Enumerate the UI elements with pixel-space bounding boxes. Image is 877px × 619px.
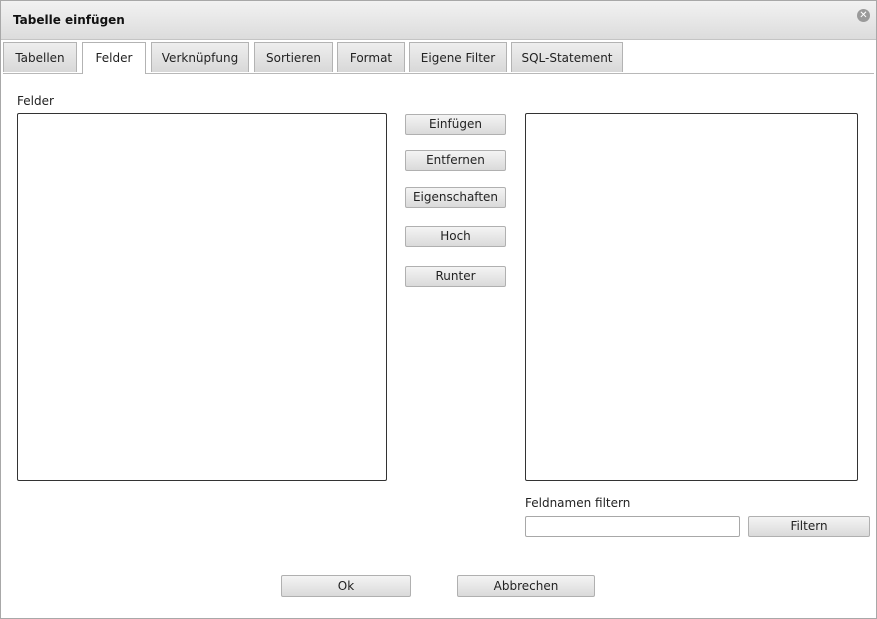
filtern-button[interactable]: Filtern xyxy=(748,516,870,537)
ok-button[interactable]: Ok xyxy=(281,575,411,597)
tab-strip: Tabellen Felder Verknüpfung Sortieren Fo… xyxy=(3,42,874,74)
tab-sql-statement[interactable]: SQL-Statement xyxy=(511,42,623,72)
tab-verknuepfung[interactable]: Verknüpfung xyxy=(151,42,249,72)
feldnamen-filter-input[interactable] xyxy=(525,516,740,537)
einfuegen-button[interactable]: Einfügen xyxy=(405,114,506,135)
hoch-button[interactable]: Hoch xyxy=(405,226,506,247)
entfernen-button[interactable]: Entfernen xyxy=(405,150,506,171)
selected-fields-list[interactable] xyxy=(525,113,858,481)
feldnamen-filtern-label: Feldnamen filtern xyxy=(525,496,631,510)
eigenschaften-button[interactable]: Eigenschaften xyxy=(405,187,506,208)
tab-sortieren[interactable]: Sortieren xyxy=(254,42,333,72)
dialog-window: Tabelle einfügen ✕ Tabellen Felder Verkn… xyxy=(0,0,877,619)
abbrechen-button[interactable]: Abbrechen xyxy=(457,575,595,597)
close-icon[interactable]: ✕ xyxy=(857,9,870,22)
available-fields-list[interactable] xyxy=(17,113,387,481)
tab-tabellen[interactable]: Tabellen xyxy=(3,42,77,72)
felder-label: Felder xyxy=(17,94,54,108)
title-bar[interactable]: Tabelle einfügen ✕ xyxy=(1,1,876,40)
tab-felder[interactable]: Felder xyxy=(82,42,146,74)
runter-button[interactable]: Runter xyxy=(405,266,506,287)
dialog-title: Tabelle einfügen xyxy=(13,13,125,27)
tab-format[interactable]: Format xyxy=(337,42,405,72)
tab-eigene-filter[interactable]: Eigene Filter xyxy=(409,42,507,72)
